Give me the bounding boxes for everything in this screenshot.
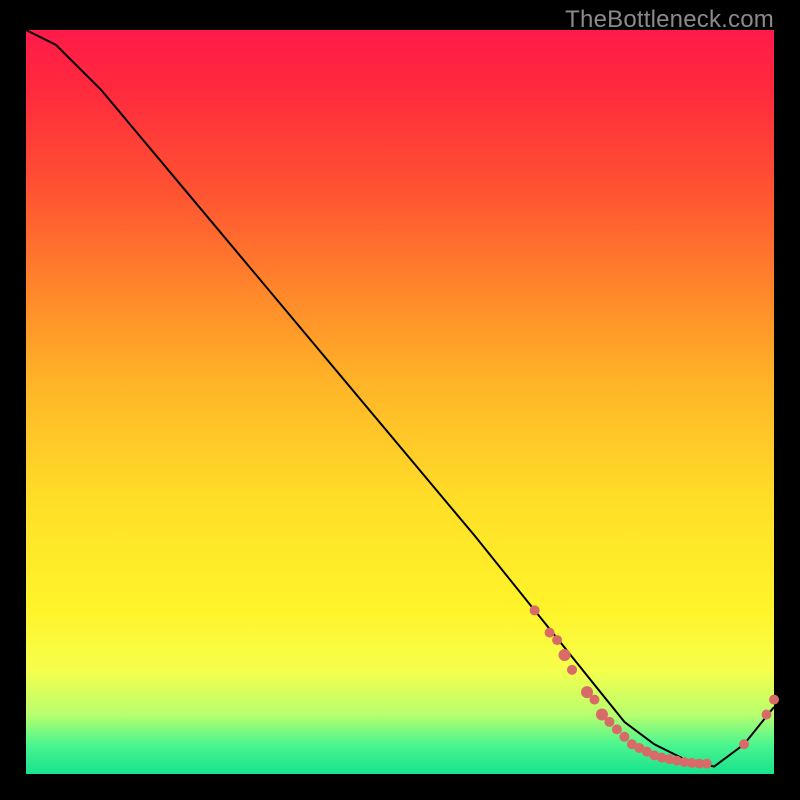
marker-dot [589,695,599,705]
marker-dot [604,717,614,727]
marker-dot [739,739,749,749]
curve-svg [26,30,774,774]
plot-area [26,30,774,774]
marker-dot [567,665,577,675]
marker-dot [762,709,772,719]
marker-dot [702,759,712,769]
marker-dot [612,724,622,734]
marker-dot [619,732,629,742]
marker-dot [545,628,555,638]
marker-dot [769,695,779,705]
marker-dot [530,605,540,615]
marker-dot [552,635,562,645]
chart-container: TheBottleneck.com [0,0,800,800]
marker-dot [559,649,571,661]
bottleneck-curve-line [26,30,774,767]
